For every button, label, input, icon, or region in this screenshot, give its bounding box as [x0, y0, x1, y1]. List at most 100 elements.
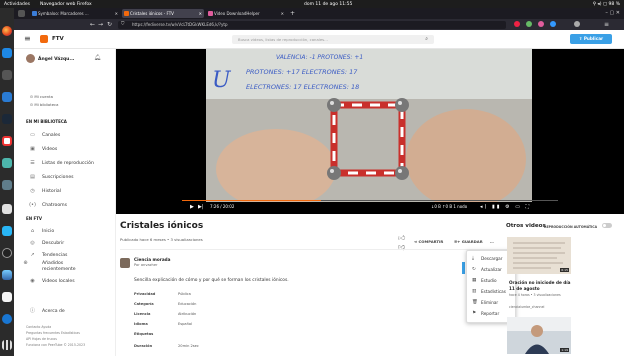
more-options-button[interactable]: …	[490, 239, 494, 244]
close-tab-icon[interactable]: ✕	[199, 9, 202, 18]
new-tab-button[interactable]: +	[290, 9, 295, 18]
hamburger-menu-icon[interactable]: ≡	[24, 35, 32, 43]
footer-links[interactable]: Contacto Ayuda	[26, 325, 51, 329]
my-account-link[interactable]: ⊙ Mi cuenta	[30, 94, 53, 99]
music-icon[interactable]	[2, 248, 12, 258]
sidebar-item-suscripciones[interactable]: ▤ Suscripciones	[28, 174, 114, 181]
forward-button[interactable]: →	[98, 20, 103, 29]
player-right-controls[interactable]: ◂) ▮▮ ⚙ ▭ ⛶	[480, 202, 531, 212]
apps-grid-icon[interactable]	[2, 340, 12, 350]
sidebar-item-tendencias[interactable]: ↗ Tendencias	[28, 252, 114, 259]
extension-icon[interactable]	[526, 21, 532, 27]
reload-button[interactable]: ↻	[107, 20, 112, 29]
browser-icon[interactable]	[2, 270, 12, 280]
pen-icon[interactable]	[2, 292, 12, 302]
next-icon[interactable]: ▶|	[198, 202, 204, 212]
user-name[interactable]: Ángel Vázqu...	[38, 57, 75, 62]
play-icon[interactable]: ▶	[190, 202, 194, 212]
svg-text:U: U	[212, 68, 232, 93]
downloadhelper-icon[interactable]	[538, 21, 544, 27]
save-button[interactable]: ≡+ GUARDAR	[454, 239, 483, 244]
typora-icon[interactable]	[2, 314, 12, 324]
whiteboard-scene: VALENCIA: -1 PROTONES: +1 PROTONES: +17 …	[206, 49, 532, 202]
sidebar-item-historial[interactable]: ◷ Historial	[28, 188, 114, 195]
attr-value[interactable]: Español	[178, 322, 192, 326]
sidebar-item-descubrir[interactable]: ◎ Descubrir	[28, 240, 114, 247]
files-icon[interactable]	[2, 204, 12, 214]
channel-avatar[interactable]	[120, 258, 130, 268]
main-content: VALENCIA: -1 PROTONES: +1 PROTONES: +17 …	[116, 49, 624, 356]
screen: Actividades Navegador web Firefox dom 11…	[0, 0, 624, 356]
close-tab-icon[interactable]: ✕	[281, 9, 284, 18]
screenshot-icon[interactable]	[2, 180, 12, 190]
channel-owner[interactable]: Por anvazher	[134, 263, 158, 267]
chrome-icon[interactable]	[2, 136, 12, 146]
sidebar-item-chatrooms[interactable]: (•) Chatrooms	[28, 202, 114, 209]
terminal-icon[interactable]	[2, 70, 12, 80]
writer-icon[interactable]	[2, 92, 12, 102]
attr-label: Categoría	[134, 302, 154, 306]
video-frame[interactable]: VALENCIA: -1 PROTONES: +1 PROTONES: +17 …	[206, 49, 532, 202]
steam-icon[interactable]	[2, 114, 12, 124]
drawing-icon[interactable]	[2, 158, 12, 168]
publish-button[interactable]: ⇪ Publicar	[570, 34, 612, 44]
account-icon[interactable]	[574, 21, 580, 27]
autoplay-toggle[interactable]	[602, 223, 612, 228]
avatar[interactable]	[26, 54, 35, 63]
pocket-icon[interactable]	[514, 21, 520, 27]
board-line-3: ELECTRONES: 17 ELECTRONES: 18	[246, 83, 359, 91]
firefox-icon[interactable]	[2, 26, 12, 36]
related-video-title[interactable]: Oración no iniciode de día 11 de agosto	[509, 280, 571, 291]
studio-icon: ▦	[472, 278, 477, 283]
my-library-link[interactable]: ⊙ Mi biblioteca	[30, 102, 58, 107]
back-button[interactable]: ←	[90, 20, 95, 29]
window-controls[interactable]: – ▢ ✕	[605, 9, 620, 18]
shield-icon[interactable]: ⛉	[121, 21, 124, 29]
tab-label: Video DownloadHelper	[214, 11, 260, 16]
kolourpaint-icon[interactable]	[2, 226, 12, 236]
tab-cristales[interactable]: Cristales iónicos - FTV ✕	[122, 9, 204, 18]
sidebar-item-inicio[interactable]: ⌂ Inicio	[28, 228, 114, 235]
board-line-2: PROTONES: +17 ELECTRONES: 17	[246, 68, 358, 76]
list-icon: ☰	[30, 160, 35, 166]
sidebar-item-recientes[interactable]: ⊕ Añadidos recientemente	[23, 260, 98, 273]
footer-links[interactable]: Preguntas frecuentes Estadísticas	[26, 331, 80, 335]
thumbs-up-icon[interactable]: 👍︎	[398, 233, 405, 242]
search-input[interactable]: Busca videos, listas de reproducción, ca…	[232, 35, 434, 44]
sidebar-item-canales[interactable]: ▭ Canales	[28, 132, 114, 139]
close-tab-icon[interactable]: ✕	[115, 9, 118, 18]
sidebar-item-acerca[interactable]: ⓘ Acerca de	[28, 308, 114, 315]
share-button[interactable]: ⋖ COMPARTIR	[414, 239, 443, 244]
tab-downloadhelper[interactable]: Video DownloadHelper ✕	[206, 9, 286, 18]
app-menu[interactable]: Navegador web Firefox	[40, 2, 92, 7]
progress-bar[interactable]	[182, 200, 558, 201]
system-tray[interactable]: ⚲ ◂) ▢ 98 %	[593, 2, 620, 7]
sidebar-item-locales[interactable]: ◉ Videos locales	[28, 278, 114, 285]
sidebar-item-videos[interactable]: ▣ Videos	[28, 146, 114, 153]
sidebar-item-listas[interactable]: ☰ Listas de reproducción	[28, 160, 114, 167]
attr-value: Pública	[178, 292, 191, 296]
video-player[interactable]: VALENCIA: -1 PROTONES: +1 PROTONES: +17 …	[116, 49, 624, 214]
footer-links[interactable]: API Hojas de trucos	[26, 337, 57, 341]
related-video-channel[interactable]: ciencialumbe_channel	[509, 305, 571, 310]
activities-button[interactable]: Actividades	[4, 2, 30, 7]
vpn-icon[interactable]	[550, 21, 556, 27]
attr-value[interactable]: Educación	[178, 302, 196, 306]
related-video-thumbnail[interactable]: 1:19	[507, 317, 571, 354]
globe-icon: ◎	[30, 240, 35, 246]
site-name[interactable]: FTV	[52, 35, 64, 43]
related-video-thumbnail[interactable]: 6:15	[507, 237, 571, 274]
downloadhelper-favicon	[208, 11, 213, 16]
menu-icon[interactable]: ≡	[604, 20, 609, 29]
clock[interactable]: dom 11 de ago 11:55	[304, 2, 352, 7]
symbaloo-favicon	[32, 11, 37, 16]
tab-overview-icon[interactable]	[18, 10, 25, 17]
tab-symbaloo[interactable]: Symbaloo: Marcadores ... ✕	[30, 9, 120, 18]
info-icon: ⓘ	[29, 308, 35, 314]
search-icon[interactable]: ⌕	[425, 35, 428, 44]
channel-name[interactable]: Ciencia morada	[134, 257, 171, 262]
peertube-logo[interactable]	[40, 35, 48, 43]
bell-icon[interactable]: 🔔︎	[94, 55, 101, 61]
url-bar[interactable]: ⛉ https://fediverse.tv/w/vVcLTtDGkWKLEd6…	[118, 20, 506, 29]
settings-icon[interactable]	[2, 48, 12, 58]
